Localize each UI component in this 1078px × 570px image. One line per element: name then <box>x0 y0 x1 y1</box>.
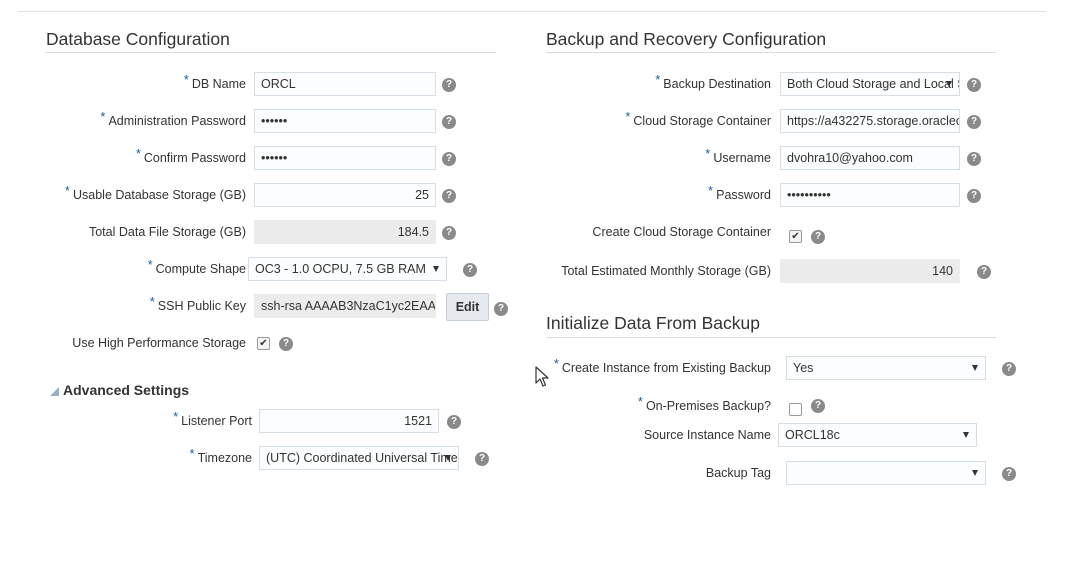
required-marker: * <box>189 446 195 461</box>
total-storage-label: Total Data File Storage (GB) <box>88 225 246 239</box>
question-circle-icon[interactable]: ? <box>967 189 981 203</box>
question-circle-icon[interactable]: ? <box>967 152 981 166</box>
create-container-checkbox[interactable]: ✔ <box>789 230 802 243</box>
question-circle-icon[interactable]: ? <box>967 115 981 129</box>
chevron-down-icon <box>963 432 969 438</box>
question-circle-icon[interactable]: ? <box>811 399 825 413</box>
compute-shape-value: OC3 - 1.0 OCPU, 7.5 GB RAM <box>255 262 426 276</box>
listener-port-input[interactable]: 1521 <box>259 409 439 433</box>
backup-config-rule <box>546 52 996 53</box>
question-circle-icon[interactable]: ? <box>442 152 456 166</box>
source-instance-select[interactable]: ORCL18c <box>778 423 977 447</box>
question-circle-icon[interactable]: ? <box>442 78 456 92</box>
usable-storage-label: * Usable Database Storage (GB) <box>64 183 246 202</box>
question-circle-icon[interactable]: ? <box>811 230 825 244</box>
timezone-label: * Timezone <box>189 446 252 465</box>
high-perf-label: Use High Performance Storage <box>72 336 246 350</box>
cloud-container-input[interactable]: https://a432275.storage.oraclecloud.com <box>780 109 960 133</box>
required-marker: * <box>149 294 155 309</box>
timezone-select[interactable]: (UTC) Coordinated Universal Time <box>259 446 459 470</box>
username-label: * Username <box>705 146 771 165</box>
question-circle-icon[interactable]: ? <box>279 337 293 351</box>
listener-port-label: * Listener Port <box>173 409 252 428</box>
cloud-container-label: * Cloud Storage Container <box>625 109 771 128</box>
chevron-down-icon <box>433 266 439 272</box>
db-config-title: Database Configuration <box>46 29 230 49</box>
db-name-input[interactable]: ORCL <box>254 72 436 96</box>
chevron-down-icon <box>445 455 451 461</box>
total-storage-value: 184.5 <box>254 220 436 244</box>
backup-config-title: Backup and Recovery Configuration <box>546 29 827 49</box>
chevron-down-icon <box>946 81 952 87</box>
ssh-key-label: * SSH Public Key <box>149 294 246 313</box>
edit-ssh-key-button[interactable]: Edit <box>446 293 489 321</box>
question-circle-icon[interactable]: ? <box>447 415 461 429</box>
required-marker: * <box>183 72 189 87</box>
backup-tag-select[interactable] <box>786 461 986 485</box>
admin-password-label: * Administration Password <box>100 109 246 128</box>
on-premises-label: * On-Premises Backup? <box>637 394 771 413</box>
required-marker: * <box>655 72 661 87</box>
high-perf-checkbox[interactable]: ✔ <box>257 337 270 350</box>
backup-destination-label: * Backup Destination <box>655 72 771 91</box>
monthly-storage-value: 140 <box>780 259 960 283</box>
backup-destination-select[interactable]: Both Cloud Storage and Local Storage <box>780 72 960 96</box>
create-from-backup-label: * Create Instance from Existing Backup <box>553 356 771 375</box>
mouse-pointer-icon <box>535 366 549 388</box>
expand-triangle-icon[interactable] <box>50 387 59 396</box>
monthly-storage-label: Total Estimated Monthly Storage (GB) <box>561 264 771 278</box>
required-marker: * <box>147 257 153 272</box>
question-circle-icon[interactable]: ? <box>1002 362 1016 376</box>
create-from-backup-value: Yes <box>793 361 814 375</box>
required-marker: * <box>173 409 179 424</box>
chevron-down-icon <box>972 470 978 476</box>
question-circle-icon[interactable]: ? <box>1002 467 1016 481</box>
required-marker: * <box>625 109 631 124</box>
question-circle-icon[interactable]: ? <box>494 302 508 316</box>
db-name-label: * DB Name <box>183 72 246 91</box>
question-circle-icon[interactable]: ? <box>463 263 477 277</box>
init-backup-rule <box>546 337 996 338</box>
compute-shape-select[interactable]: OC3 - 1.0 OCPU, 7.5 GB RAM <box>248 257 447 281</box>
required-marker: * <box>553 356 559 371</box>
required-marker: * <box>708 183 714 198</box>
compute-shape-label: * Compute Shape <box>147 257 246 276</box>
question-circle-icon[interactable]: ? <box>475 452 489 466</box>
confirm-password-input[interactable]: •••••• <box>254 146 436 170</box>
required-marker: * <box>100 109 106 124</box>
question-circle-icon[interactable]: ? <box>442 115 456 129</box>
question-circle-icon[interactable]: ? <box>442 226 456 240</box>
db-config-rule <box>46 52 496 53</box>
required-marker: * <box>637 394 643 409</box>
usable-storage-input[interactable]: 25 <box>254 183 436 207</box>
required-marker: * <box>705 146 711 161</box>
required-marker: * <box>135 146 141 161</box>
on-premises-checkbox[interactable] <box>789 403 802 416</box>
backup-password-input[interactable]: •••••••••• <box>780 183 960 207</box>
username-input[interactable]: dvohra10@yahoo.com <box>780 146 960 170</box>
backup-destination-value: Both Cloud Storage and Local Storage <box>787 77 959 91</box>
source-instance-label: Source Instance Name <box>643 428 771 442</box>
question-circle-icon[interactable]: ? <box>967 78 981 92</box>
backup-tag-label: Backup Tag <box>705 466 771 480</box>
source-instance-value: ORCL18c <box>785 428 840 442</box>
create-container-label: Create Cloud Storage Container <box>592 225 771 239</box>
backup-password-label: * Password <box>708 183 771 202</box>
required-marker: * <box>64 183 70 198</box>
advanced-settings-toggle[interactable]: Advanced Settings <box>63 382 189 398</box>
question-circle-icon[interactable]: ? <box>977 265 991 279</box>
timezone-value: (UTC) Coordinated Universal Time <box>266 451 458 465</box>
top-divider <box>18 11 1046 12</box>
ssh-key-value: ssh-rsa AAAAB3NzaC1yc2EAAA <box>254 294 436 318</box>
create-from-backup-select[interactable]: Yes <box>786 356 986 380</box>
confirm-password-label: * Confirm Password <box>135 146 246 165</box>
init-backup-title: Initialize Data From Backup <box>546 313 760 333</box>
admin-password-input[interactable]: •••••• <box>254 109 436 133</box>
chevron-down-icon <box>972 365 978 371</box>
question-circle-icon[interactable]: ? <box>442 189 456 203</box>
